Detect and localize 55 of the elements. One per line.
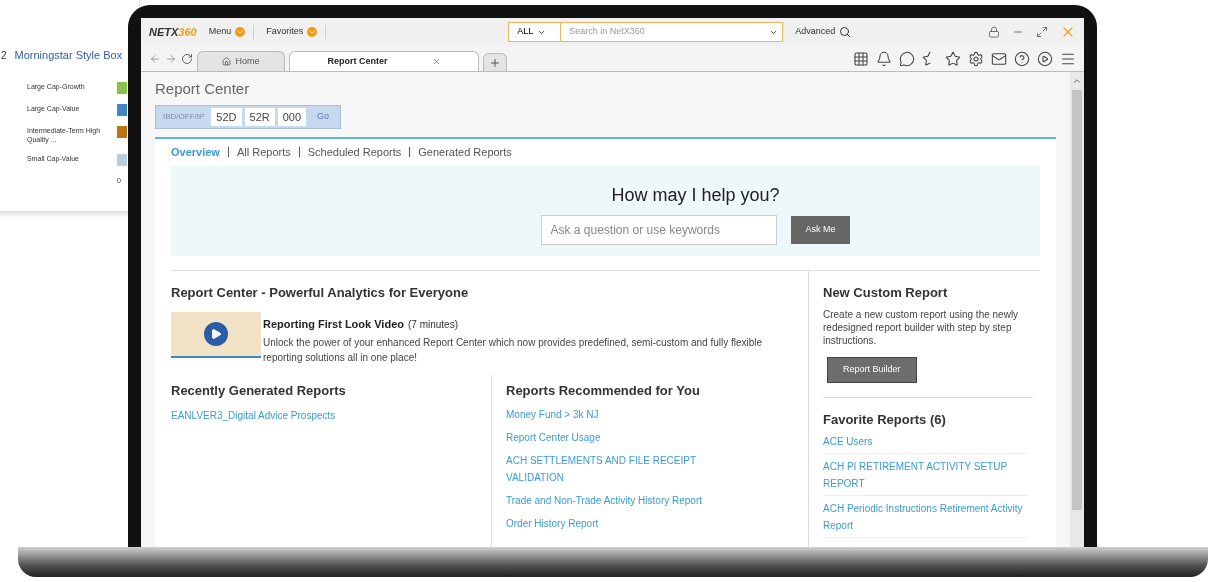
section-heading: Favorite Reports (6) — [823, 410, 947, 429]
page-title: Report Center — [155, 79, 251, 99]
selector-value[interactable]: 52D — [211, 107, 242, 126]
selector-value[interactable]: 52R — [244, 107, 275, 126]
question-field[interactable]: Ask a question or use keywords — [541, 214, 778, 245]
video-duration: (7 minutes) — [408, 318, 458, 332]
help-heading: How may I help you? — [611, 183, 780, 207]
help-icon[interactable] — [1014, 50, 1030, 67]
bell-icon[interactable] — [876, 50, 892, 67]
play-icon — [204, 322, 228, 346]
card-number: 2 — [1, 48, 7, 63]
section-heading: Recently Generated Reports — [171, 381, 347, 400]
scrollbar[interactable] — [1070, 72, 1084, 547]
lock-icon[interactable] — [988, 26, 1000, 38]
card-title: Morningstar Style Box — [14, 48, 123, 63]
video-thumbnail[interactable] — [171, 312, 261, 358]
video-description: Unlock the power of your enhanced Report Center which now provides predefined, semi-custom and fully flexible reporting solutions all in one place! — [263, 335, 764, 365]
app-logo[interactable]: NETX360 — [149, 23, 197, 41]
new-tab-button[interactable] — [483, 53, 507, 71]
play-icon[interactable] — [1037, 50, 1053, 67]
close-tab-icon — [431, 57, 441, 66]
search-field[interactable]: ALL Search in NetX360 — [508, 22, 784, 42]
chat-icon[interactable] — [899, 50, 915, 67]
star-icon[interactable] — [945, 50, 961, 67]
caret-icon — [235, 27, 246, 37]
subnav-link[interactable]: Scheduled Reports — [307, 144, 402, 161]
custom-report-description: Create a new custom report using the newly redesigned report builder with step by step instructions. — [823, 308, 1020, 347]
refresh-icon[interactable] — [181, 52, 193, 65]
menu-button[interactable]: Menu — [208, 25, 255, 39]
plus-icon — [489, 56, 501, 69]
section-heading: Reports Recommended for You — [506, 381, 701, 400]
tab[interactable]: Report Center — [289, 51, 479, 71]
menu-button[interactable]: Favorites — [266, 25, 327, 39]
selector-value[interactable]: 000 — [277, 107, 307, 126]
scrollbar-thumb[interactable] — [1072, 90, 1082, 510]
section-heading: Report Center - Powerful Analytics for Everyone — [171, 283, 470, 302]
ask-me-button[interactable]: Ask Me — [791, 215, 850, 244]
grid-icon[interactable] — [853, 50, 869, 67]
report-builder-button[interactable]: Report Builder — [827, 357, 917, 383]
subnav-link[interactable]: Generated Reports — [418, 144, 512, 161]
section-heading: New Custom Report — [823, 283, 949, 302]
mail-icon[interactable] — [991, 50, 1007, 67]
advanced-search-button[interactable]: Advanced — [795, 25, 852, 39]
maximize-icon[interactable] — [1036, 26, 1048, 38]
scroll-up-icon[interactable] — [1072, 76, 1082, 86]
search-icon — [839, 26, 852, 38]
caret-icon — [307, 27, 318, 37]
scope-dropdown[interactable]: ALL — [509, 23, 562, 41]
tab[interactable]: Home — [197, 51, 285, 71]
search-input[interactable]: Search in NetX360 — [561, 25, 770, 39]
settings-icon[interactable] — [968, 50, 984, 67]
home-icon — [222, 57, 232, 66]
video-title[interactable]: Reporting First Look Video — [263, 316, 404, 333]
selector-label: IBD/OFF/IP — [162, 110, 206, 123]
subnav-link[interactable]: All Reports — [236, 144, 291, 161]
